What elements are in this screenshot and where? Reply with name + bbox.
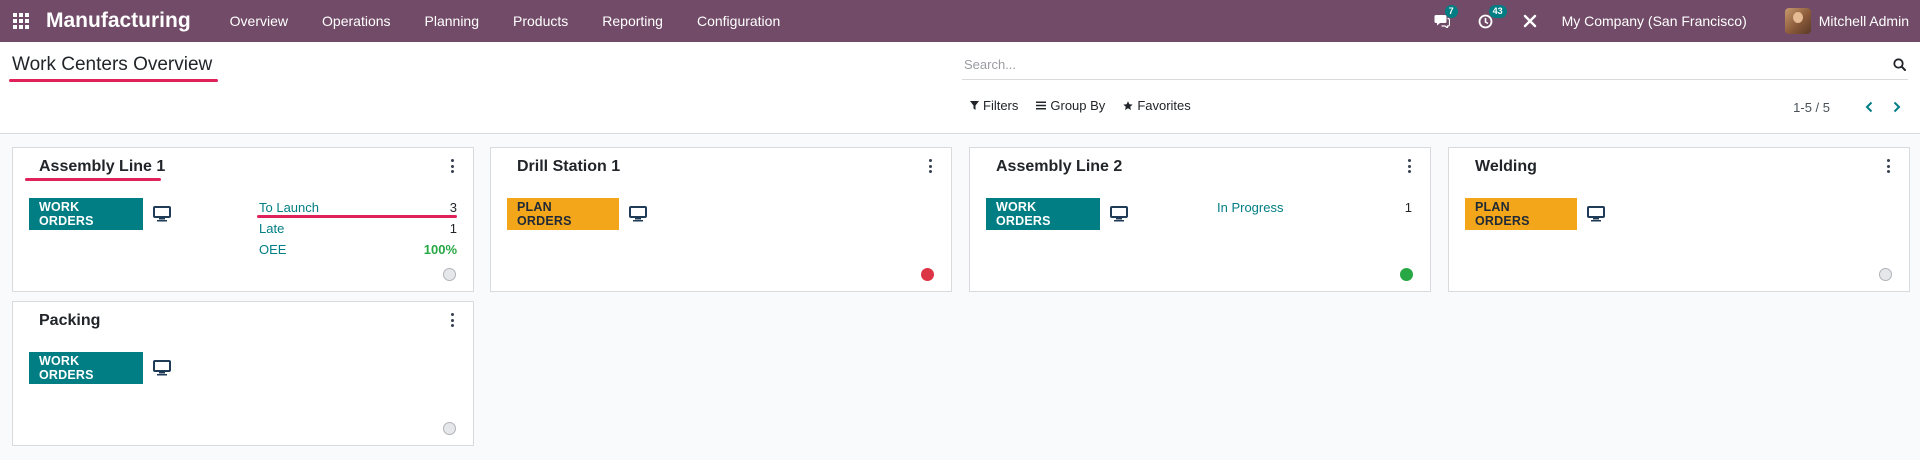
search-bar	[962, 50, 1908, 80]
messages-button[interactable]: 7	[1426, 0, 1458, 42]
systray: 7 43 My Company (San Francisco) Mitchell…	[1426, 0, 1920, 42]
user-name: Mitchell Admin	[1818, 13, 1909, 29]
page-title: Work Centers Overview	[12, 54, 213, 75]
filters-button[interactable]: Filters	[970, 98, 1018, 113]
top-navbar: Manufacturing Overview Operations Planni…	[0, 0, 1920, 42]
star-icon	[1123, 100, 1134, 110]
card-menu-icon[interactable]	[447, 158, 457, 174]
card-menu-icon[interactable]	[447, 312, 457, 328]
status-dot[interactable]	[443, 422, 456, 435]
favorites-label: Favorites	[1137, 98, 1191, 113]
monitor-icon[interactable]	[153, 360, 171, 376]
plan-orders-button[interactable]: PLAN ORDERS	[1465, 198, 1577, 230]
search-icon[interactable]	[1893, 58, 1906, 71]
pager-next-button[interactable]	[1886, 96, 1908, 118]
monitor-icon[interactable]	[153, 206, 171, 222]
status-dot[interactable]	[1400, 268, 1413, 281]
search-options: Filters Group By Favorites	[970, 98, 1209, 113]
card-title[interactable]: Drill Station 1	[517, 158, 620, 176]
avatar	[1784, 8, 1811, 34]
chevron-right-icon	[1893, 101, 1901, 113]
stat-to-launch-value: 3	[449, 200, 457, 215]
stat-oee-label[interactable]: OEE	[259, 242, 286, 257]
menu-reporting[interactable]: Reporting	[585, 0, 680, 42]
group-by-button[interactable]: Group By	[1036, 98, 1105, 113]
pager: 1-5 / 5	[1793, 96, 1908, 118]
workcenter-card-packing[interactable]: Packing WORK ORDERS	[12, 301, 474, 446]
workcenter-card-welding[interactable]: Welding PLAN ORDERS	[1448, 147, 1910, 292]
bars-icon	[1036, 101, 1047, 110]
pager-previous-button[interactable]	[1858, 96, 1880, 118]
stat-highlight-underline	[257, 215, 457, 218]
app-name[interactable]: Manufacturing	[46, 9, 191, 33]
chevron-left-icon	[1865, 101, 1873, 113]
plan-orders-button[interactable]: PLAN ORDERS	[507, 198, 619, 230]
stat-late-value: 1	[449, 221, 457, 236]
title-highlight-underline	[9, 79, 218, 82]
filter-icon	[970, 101, 979, 110]
menu-operations[interactable]: Operations	[305, 0, 407, 42]
card-menu-icon[interactable]	[925, 158, 935, 174]
favorites-button[interactable]: Favorites	[1123, 98, 1191, 113]
stat-in-progress-label[interactable]: In Progress	[1217, 200, 1283, 215]
workcenter-card-assembly-line-1[interactable]: Assembly Line 1 WORK ORDERS To Launch 3 …	[12, 147, 474, 292]
monitor-icon[interactable]	[629, 206, 647, 222]
activities-counter: 43	[1488, 5, 1507, 18]
work-orders-button[interactable]: WORK ORDERS	[29, 198, 143, 230]
debug-tools-button[interactable]	[1514, 0, 1546, 42]
card-title[interactable]: Welding	[1475, 158, 1537, 176]
title-highlight-underline	[25, 178, 161, 181]
status-dot[interactable]	[1879, 268, 1892, 281]
workcenter-card-assembly-line-2[interactable]: Assembly Line 2 WORK ORDERS In Progress …	[969, 147, 1431, 292]
stat-late-label[interactable]: Late	[259, 221, 284, 236]
messages-counter: 7	[1444, 5, 1458, 18]
menu-planning[interactable]: Planning	[408, 0, 497, 42]
work-orders-button[interactable]: WORK ORDERS	[986, 198, 1100, 230]
app-grid-icon[interactable]	[0, 0, 42, 42]
status-dot[interactable]	[921, 268, 934, 281]
search-input[interactable]	[962, 57, 1862, 72]
control-panel: Work Centers Overview Filters Group By	[0, 42, 1920, 134]
filters-label: Filters	[983, 98, 1019, 113]
card-title[interactable]: Packing	[39, 312, 100, 330]
stat-to-launch-label[interactable]: To Launch	[259, 200, 319, 215]
company-switcher[interactable]: My Company (San Francisco)	[1562, 13, 1747, 29]
pager-value[interactable]: 1-5 / 5	[1793, 100, 1830, 115]
activities-button[interactable]: 43	[1470, 0, 1507, 42]
work-orders-button[interactable]: WORK ORDERS	[29, 352, 143, 384]
status-dot[interactable]	[443, 268, 456, 281]
menu-overview[interactable]: Overview	[213, 0, 305, 42]
monitor-icon[interactable]	[1110, 206, 1128, 222]
stat-oee-value: 100%	[423, 242, 457, 257]
card-title[interactable]: Assembly Line 1	[39, 158, 165, 176]
group-by-label: Group By	[1050, 98, 1106, 113]
card-menu-icon[interactable]	[1883, 158, 1893, 174]
card-title[interactable]: Assembly Line 2	[996, 158, 1122, 176]
monitor-icon[interactable]	[1587, 206, 1605, 222]
workcenter-card-drill-station-1[interactable]: Drill Station 1 PLAN ORDERS	[490, 147, 952, 292]
tools-icon	[1523, 14, 1536, 28]
menu-configuration[interactable]: Configuration	[680, 0, 797, 42]
card-menu-icon[interactable]	[1404, 158, 1414, 174]
stat-in-progress-value: 1	[1404, 200, 1412, 215]
menu-products[interactable]: Products	[496, 0, 585, 42]
user-menu[interactable]: Mitchell Admin	[1784, 8, 1909, 34]
